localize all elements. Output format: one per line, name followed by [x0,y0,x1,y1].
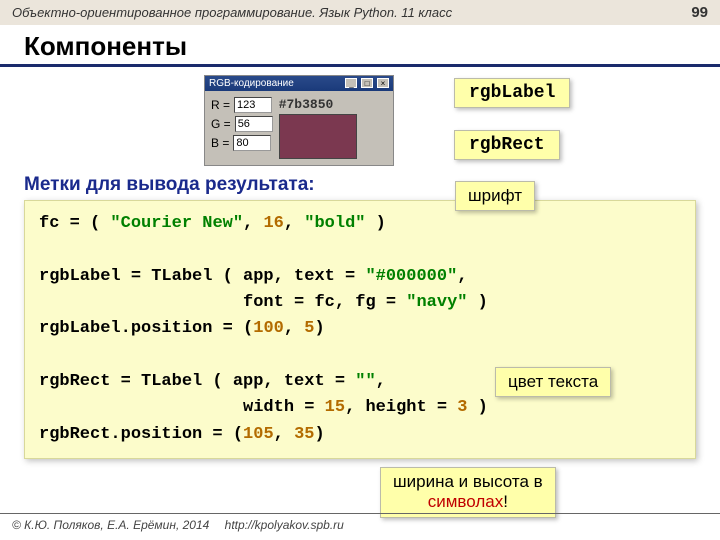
g-label: G = [211,117,231,131]
window-titlebar: RGB-кодирование _ □ × [205,76,393,91]
color-swatch [279,114,357,159]
slide-header: Объектно-ориентированное программировани… [0,0,720,25]
window-controls: _ □ × [344,78,389,89]
maximize-icon: □ [361,78,373,88]
section-subhead: Метки для вывода результата: [24,174,696,196]
course-title: Объектно-ориентированное программировани… [12,5,452,20]
minimize-icon: _ [345,78,357,88]
r-label: R = [211,98,230,112]
slide-title: Компоненты [0,25,720,67]
note-font: шрифт [455,181,535,211]
b-label: B = [211,136,229,150]
window-caption: RGB-кодирование [209,78,294,89]
copyright: © К.Ю. Поляков, Е.А. Ерёмин, 2014 [12,518,209,532]
g-input[interactable] [235,116,273,132]
callout-rgblabel: rgbLabel [454,78,570,108]
note-color: цвет текста [495,367,611,397]
note-dims: ширина и высота в символах! [380,467,556,518]
callout-rgbrect: rgbRect [454,130,560,160]
b-input[interactable] [233,135,271,151]
demo-window: RGB-кодирование _ □ × R = G = [204,75,394,166]
slide-footer: © К.Ю. Поляков, Е.А. Ерёмин, 2014 http:/… [0,513,720,536]
footer-link: http://kpolyakov.spb.ru [225,518,344,532]
code-block: fc = ( "Courier New", 16, "bold" ) rgbLa… [24,200,696,459]
close-icon: × [377,78,389,88]
hex-value: #7b3850 [279,97,357,112]
r-input[interactable] [234,97,272,113]
page-number: 99 [691,4,708,21]
